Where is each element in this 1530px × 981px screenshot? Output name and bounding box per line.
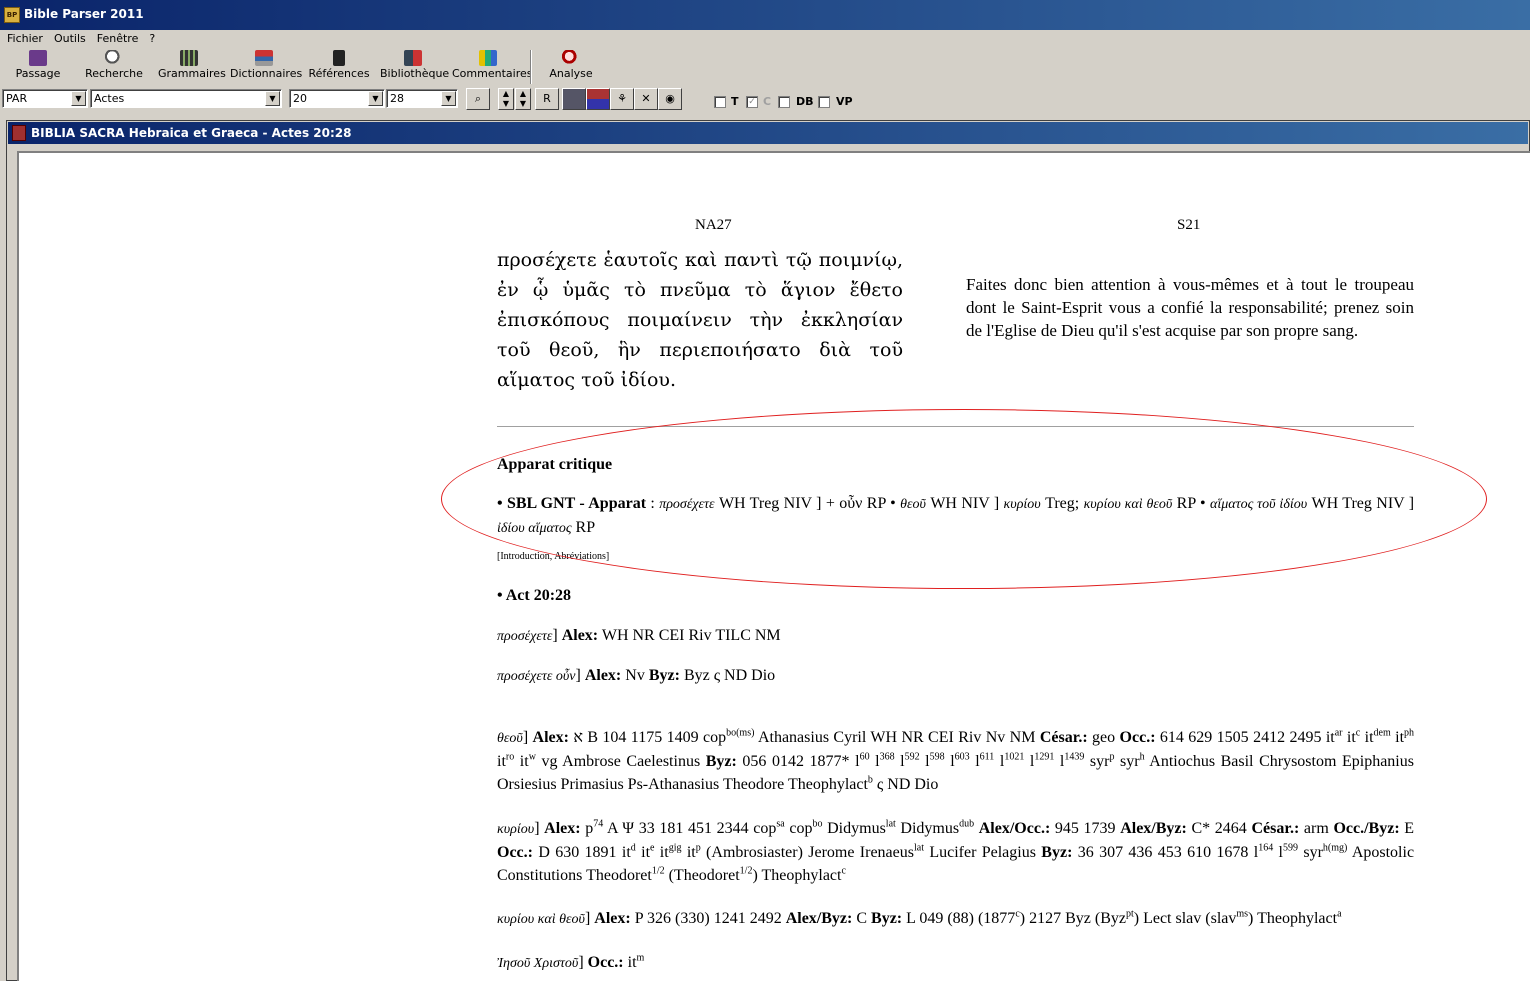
variant-entry: θεοῦ] Alex: א B 104 1175 1409 copbo(ms) …: [497, 727, 1415, 793]
dictionary-icon: [255, 50, 273, 66]
t-label: T: [731, 95, 739, 108]
tools-icon[interactable]: ✕: [634, 88, 658, 110]
apparatus-title: Apparat critique: [497, 456, 613, 473]
t-checkbox[interactable]: [714, 96, 726, 108]
chapter-select[interactable]: 20 ▼: [289, 89, 385, 108]
c-checkbox[interactable]: ✓: [746, 96, 758, 108]
references-button[interactable]: Références: [308, 50, 370, 84]
book-icon: [29, 50, 47, 66]
magnifier-icon: ⌕: [474, 92, 482, 105]
chevron-down-icon[interactable]: ▼: [71, 91, 86, 106]
tree-icon[interactable]: ⚘: [610, 88, 634, 110]
document-page: NA27 S21 προσέχετε ἑαυτοῖς καὶ παντὶ τῷ …: [17, 151, 1530, 981]
db-checkbox[interactable]: [778, 96, 790, 108]
recherche-button[interactable]: Recherche: [84, 50, 144, 84]
chevron-down-icon[interactable]: ▼: [441, 91, 456, 106]
analyse-icon: [562, 50, 580, 66]
toolbar-separator: [530, 50, 532, 84]
commentaires-button[interactable]: Commentaires: [452, 50, 532, 84]
french-verse-text: Faites donc bien attention à vous-mêmes …: [966, 275, 1414, 340]
library-icon: [404, 50, 422, 66]
sbl-apparatus: • SBL GNT - Apparat : προσέχετε WH Treg …: [497, 495, 1415, 536]
main-toolbar: Passage Recherche Grammaires Dictionnair…: [0, 48, 1530, 86]
introduction-link[interactable]: [Introduction, Abréviations]: [497, 551, 1414, 563]
menu-bar: Fichier Outils Fenêtre?: [0, 30, 1530, 46]
app-icon: BP: [4, 7, 20, 23]
variant-entry: Ἰησοῦ Χριστοῦ] Occ.: itm: [497, 952, 645, 971]
greek-verse-text: προσέχετε ἑαυτοῖς καὶ παντὶ τῷ ποιμνίῳ, …: [497, 249, 903, 391]
divider: [497, 426, 1414, 427]
chevron-down-icon[interactable]: ▼: [265, 91, 280, 106]
passage-button[interactable]: Passage: [14, 50, 62, 84]
search-button[interactable]: ⌕: [466, 88, 490, 110]
disc-icon[interactable]: ◉: [658, 88, 682, 110]
bible-icon: [12, 125, 26, 141]
comments-icon: [479, 50, 497, 66]
document-title-bar: BIBLIA SACRA Hebraica et Graeca - Actes …: [8, 122, 1528, 144]
left-column-header: NA27: [695, 217, 732, 233]
dictionnaires-button[interactable]: Dictionnaires: [230, 50, 302, 84]
vp-label: VP: [836, 95, 853, 108]
variant-entry: προσέχετε οὖν] Alex: Nv Byz: Byz ς ND Di…: [497, 667, 776, 684]
tool-icon-1[interactable]: [562, 88, 586, 110]
menu-help[interactable]: ?: [142, 30, 159, 45]
menu-outils[interactable]: Outils: [47, 30, 90, 45]
vp-checkbox[interactable]: [818, 96, 830, 108]
right-column-header: S21: [1177, 217, 1201, 233]
verse-stepper[interactable]: ▲ ▼: [515, 88, 531, 110]
analyse-button[interactable]: Analyse: [548, 50, 594, 84]
c-label: C: [763, 95, 772, 108]
db-label: DB: [796, 95, 814, 108]
magnifier-icon: [105, 50, 123, 66]
version-select[interactable]: PAR ▼: [2, 89, 88, 108]
books-icon: [180, 50, 198, 66]
references-icon: [333, 50, 345, 66]
window-title: Bible Parser 2011: [24, 7, 144, 21]
books-stack-icon[interactable]: [586, 88, 610, 110]
act-reference: • Act 20:28: [497, 587, 572, 604]
navigation-bar: PAR ▼ Actes ▼ 20 ▼ 28 ▼ ⌕ ▲ ▼ ▲ ▼ R ⚘ ✕ ◉ …: [0, 88, 1530, 110]
verse-select[interactable]: 28 ▼: [386, 89, 458, 108]
chevron-down-icon[interactable]: ▼: [368, 91, 383, 106]
variant-entry: κυρίου] Alex: p74 A Ψ 33 181 451 2344 co…: [497, 818, 1415, 884]
r-button[interactable]: R: [535, 88, 559, 110]
document-window: BIBLIA SACRA Hebraica et Graeca - Actes …: [6, 120, 1530, 981]
bibliotheque-button[interactable]: Bibliothèque: [380, 50, 449, 84]
chapter-stepper[interactable]: ▲ ▼: [498, 88, 514, 110]
title-bar: BP Bible Parser 2011: [0, 0, 1530, 30]
variant-entry: προσέχετε] Alex: WH NR CEI Riv TILC NM: [497, 627, 781, 644]
menu-fichier[interactable]: Fichier: [0, 30, 47, 45]
grammaires-button[interactable]: Grammaires: [158, 50, 226, 84]
book-select[interactable]: Actes ▼: [90, 89, 282, 108]
menu-fenetre[interactable]: Fenêtre: [90, 30, 143, 45]
variant-entry: κυρίου καὶ θεοῦ] Alex: P 326 (330) 1241 …: [497, 908, 1342, 927]
